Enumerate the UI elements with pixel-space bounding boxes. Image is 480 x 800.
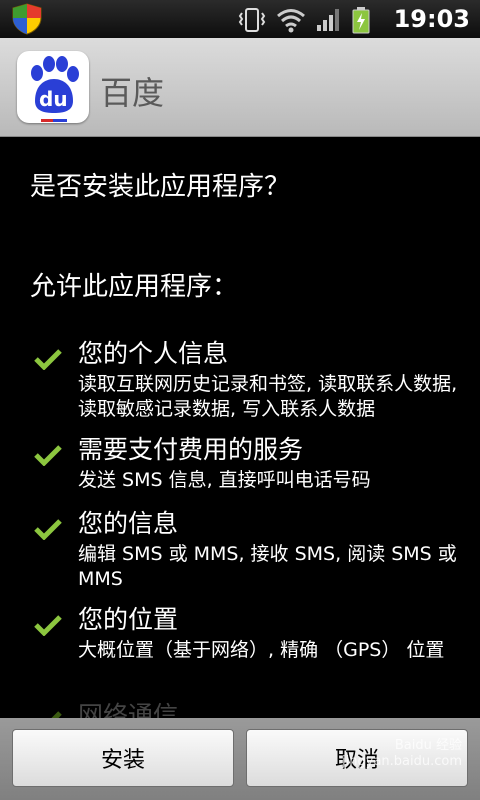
permission-description: 编辑 SMS 或 MMS, 接收 SMS, 阅读 SMS 或 MMS: [78, 543, 457, 590]
vibrate-icon: [238, 8, 266, 32]
check-icon: [34, 445, 62, 466]
wifi-icon: [277, 9, 305, 33]
permission-description: 读取互联网历史记录和书签, 读取联系人数据, 读取敏感记录数据, 写入联系人数据: [78, 373, 458, 420]
app-header: du 百度: [0, 38, 480, 137]
install-button[interactable]: 安装: [12, 729, 234, 787]
permission-description: 发送 SMS 信息, 直接呼叫电话号码: [78, 469, 371, 491]
status-bar: 19:03: [0, 0, 480, 38]
app-name: 百度: [100, 74, 165, 112]
check-icon: [34, 349, 62, 370]
watermark: Baidu 经验 jingyan.baidu.com: [342, 738, 462, 770]
status-clock: 19:03: [393, 5, 470, 33]
permission-title: 您的信息: [78, 509, 179, 538]
battery-charging-icon: [352, 7, 370, 34]
allow-heading: 允许此应用程序：: [30, 272, 239, 302]
permission-description: 大概位置（基于网络）, 精确 （GPS） 位置: [78, 639, 445, 661]
app-logo: du: [17, 51, 89, 123]
permission-title: 需要支付费用的服务: [78, 435, 304, 464]
watermark-line1: Baidu 经验: [394, 738, 462, 753]
shield-icon: [12, 3, 42, 35]
signal-icon: [317, 9, 339, 31]
permission-title: 您的个人信息: [78, 339, 229, 368]
app-logo-text: du: [39, 87, 68, 111]
check-icon: [34, 615, 62, 636]
watermark-line2: jingyan.baidu.com: [342, 754, 462, 769]
permission-title: 您的位置: [78, 605, 179, 634]
check-icon: [34, 519, 62, 540]
install-question: 是否安装此应用程序？: [30, 172, 291, 202]
